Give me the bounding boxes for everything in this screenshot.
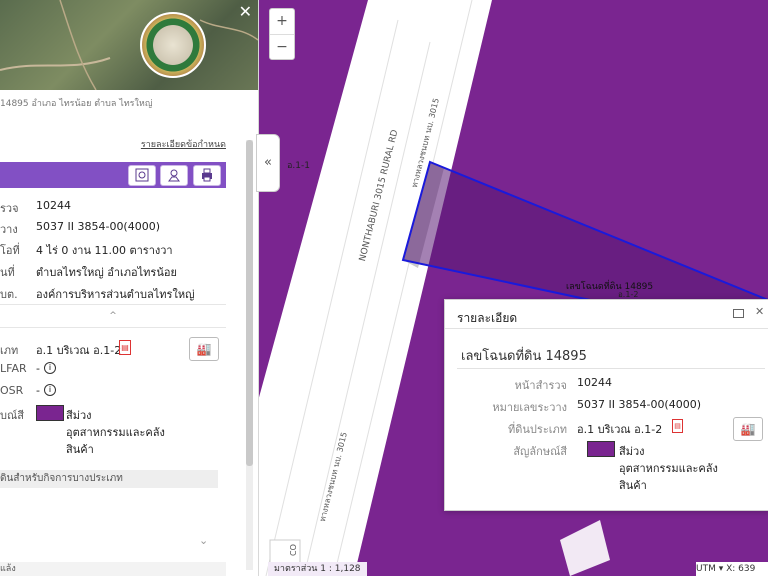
color-name: สีม่วง <box>66 409 92 422</box>
map-pin-icon[interactable] <box>128 165 156 186</box>
popup-value-sheet: 5037 II 3854-00(4000) <box>577 398 702 411</box>
symbol-label: บณ์สี <box>0 409 24 422</box>
popup-color-name: สีม่วง <box>619 445 645 458</box>
info-icon[interactable]: i <box>44 362 56 374</box>
osr-label: OSR <box>0 384 24 397</box>
info-label-area: โอที่ <box>0 244 20 257</box>
popup-label-survey: หน้าสำรวจ <box>514 379 567 392</box>
zoom-in-button[interactable]: + <box>270 9 294 35</box>
parcel-thumbnail: ✕ <box>0 0 258 90</box>
print-icon[interactable] <box>193 165 221 186</box>
color-swatch <box>36 405 64 421</box>
chevron-down-icon[interactable]: ⌄ <box>199 534 208 547</box>
map-stub-label: CO <box>289 544 298 556</box>
zoning-type-value: อ.1 บริเวณ อ.1-2 <box>36 344 122 357</box>
popup-label-land-type: ที่ดินประเภท <box>508 423 567 436</box>
info-label-authority: บต. <box>0 288 18 301</box>
factory-icon[interactable]: 🏭 <box>189 337 219 361</box>
pdf-icon[interactable]: ▤ <box>672 419 683 433</box>
color-swatch <box>587 441 615 457</box>
panel-toolbar <box>0 162 226 188</box>
popup-label-sheet: หมายเลขระวาง <box>492 401 567 414</box>
collapse-section-toggle[interactable]: ^ <box>0 304 226 328</box>
info-value-location: ตำบลไทรใหญ่ อำเภอไทรน้อย <box>36 266 177 279</box>
popup-description-cont: สินค้า <box>619 479 647 492</box>
side-panel: ✕ 14895 อำเภอ ไทรน้อย ตำบล ไทรใหญ่ รายละ… <box>0 0 259 576</box>
land-icon[interactable] <box>160 165 188 186</box>
factory-icon[interactable]: 🏭 <box>733 417 763 441</box>
close-icon[interactable]: ✕ <box>755 305 764 318</box>
osr-value: - <box>36 384 40 397</box>
popup-label-symbol: สัญลักษณ์สี <box>513 445 567 458</box>
popup-divider <box>445 328 768 329</box>
panel-collapse-button[interactable]: « <box>256 134 280 192</box>
far-label: LFAR <box>0 362 27 375</box>
zoning-description-cont: สินค้า <box>66 443 94 456</box>
scrollbar-thumb[interactable] <box>246 140 253 466</box>
parcel-label: เลขโฉนดที่ดิน 14895 <box>566 282 654 292</box>
info-value-authority: องค์การบริหารส่วนตำบลไทรใหญ่ <box>36 288 195 301</box>
zoning-type-label: เภท <box>0 344 19 357</box>
thumbnail-roads <box>0 0 258 90</box>
zone-label: อ.1-1 <box>287 161 310 171</box>
close-icon[interactable]: ✕ <box>239 2 252 21</box>
detail-link[interactable]: รายละเอียดข้อกำหนด <box>141 137 226 151</box>
popup-value-survey: 10244 <box>577 376 612 389</box>
maximize-icon[interactable] <box>733 309 744 318</box>
zoning-description: อุตสาหกรรมและคลัง <box>66 426 165 439</box>
coordinate-readout[interactable]: UTM ▾ X: 639 <box>696 562 768 576</box>
pdf-icon[interactable]: ▤ <box>119 340 131 355</box>
popup-separator <box>457 368 765 369</box>
scale-readout: มาตราส่วน 1 : 1,128 <box>268 562 367 576</box>
info-label-survey: รวจ <box>0 202 19 215</box>
info-value-survey: 10244 <box>36 199 71 212</box>
zoom-control: + − <box>269 8 295 60</box>
popup-value-land-type: อ.1 บริเวณ อ.1-2 <box>577 423 663 436</box>
info-value-sheet: 5037 II 3854-00(4000) <box>36 220 161 233</box>
info-label-location: นที่ <box>0 266 15 279</box>
section-header[interactable]: ดินสำหรับกิจการบางประเภท <box>0 470 218 488</box>
popup-heading: เลขโฉนดที่ดิน 14895 <box>461 349 587 364</box>
info-label-sheet: วาง <box>0 223 18 236</box>
detail-popup: รายละเอียด ✕ เลขโฉนดที่ดิน 14895 หน้าสำร… <box>444 299 768 511</box>
info-icon[interactable]: i <box>44 384 56 396</box>
zoom-out-button[interactable]: − <box>270 35 294 60</box>
bottom-section-header[interactable]: แล้ง <box>0 562 226 576</box>
info-value-area: 4 ไร่ 0 งาน 11.00 ตารางวา <box>36 244 173 257</box>
far-value: - <box>36 362 40 375</box>
popup-title: รายละเอียด <box>457 311 518 325</box>
popup-description: อุตสาหกรรมและคลัง <box>619 462 718 475</box>
parcel-address: 14895 อำเภอ ไทรน้อย ตำบล ไทรใหญ่ <box>0 99 153 109</box>
